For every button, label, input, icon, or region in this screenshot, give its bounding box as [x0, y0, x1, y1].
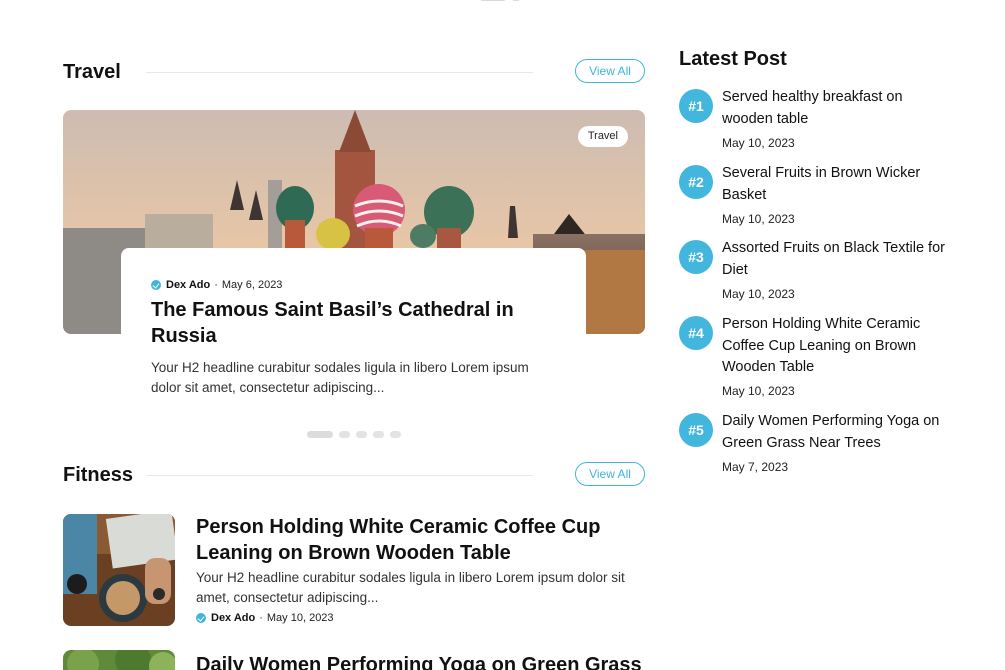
list-item: Daily Women Performing Yoga on Green Gra… [63, 650, 645, 670]
latest-post-title[interactable]: Person Holding White Ceramic Coffee Cup … [722, 314, 950, 379]
carousel-dot[interactable] [373, 431, 384, 438]
latest-post-date: May 10, 2023 [722, 136, 795, 150]
section-title: Fitness [63, 464, 134, 486]
latest-post-title[interactable]: Daily Women Performing Yoga on Green Gra… [722, 411, 950, 454]
post-title[interactable]: Daily Women Performing Yoga on Green Gra… [196, 652, 656, 670]
yoga-photo [63, 650, 175, 670]
rank-badge: #5 [679, 413, 713, 447]
carousel-pagination [307, 431, 401, 438]
featured-post-title[interactable]: The Famous Saint Basil’s Cathedral in Ru… [151, 297, 551, 349]
post-date: May 10, 2023 [266, 612, 334, 624]
carousel-dot[interactable] [307, 431, 333, 438]
post-excerpt: Your H2 headline curabitur sodales ligul… [196, 570, 625, 605]
coffee-photo [63, 514, 175, 626]
section-divider [146, 72, 533, 73]
featured-post-excerpt: Your H2 headline curabitur sodales ligul… [151, 360, 529, 395]
view-all-button[interactable]: View All [575, 59, 645, 83]
latest-post-heading: Latest Post [679, 48, 787, 70]
verified-icon [151, 280, 161, 290]
verified-icon [196, 613, 206, 623]
latest-post-date: May 10, 2023 [722, 287, 795, 301]
top-slider-dots [480, 0, 524, 2]
post-thumbnail[interactable] [63, 650, 175, 670]
slider-dot[interactable] [480, 0, 506, 1]
rank-badge: #1 [679, 89, 713, 123]
category-tag[interactable]: Travel [577, 126, 628, 147]
author-name[interactable]: Dex Ado [166, 279, 210, 291]
carousel-dot[interactable] [390, 431, 401, 438]
rank-badge: #4 [679, 316, 713, 350]
fitness-section-header: Fitness View All [63, 462, 645, 490]
latest-post-title[interactable]: Assorted Fruits on Black Textile for Die… [722, 238, 950, 281]
meta-separator: · [259, 612, 263, 624]
latest-post-title[interactable]: Several Fruits in Brown Wicker Basket [722, 163, 950, 206]
latest-post-title[interactable]: Served healthy breakfast on wooden table [722, 87, 950, 130]
section-divider [146, 475, 533, 476]
meta-separator: · [214, 279, 218, 291]
post-meta: Dex Ado · May 6, 2023 [151, 279, 282, 291]
latest-post-date: May 10, 2023 [722, 384, 795, 398]
section-title: Travel [63, 61, 121, 83]
post-meta: Dex Ado · May 10, 2023 [196, 612, 334, 624]
rank-badge: #3 [679, 240, 713, 274]
rank-badge: #2 [679, 165, 713, 199]
latest-post-date: May 10, 2023 [722, 212, 795, 226]
post-date: May 6, 2023 [221, 279, 283, 291]
author-name[interactable]: Dex Ado [211, 612, 255, 624]
list-item: Person Holding White Ceramic Coffee Cup … [63, 514, 645, 626]
post-title[interactable]: Person Holding White Ceramic Coffee Cup … [196, 514, 636, 566]
carousel-dot[interactable] [356, 431, 367, 438]
post-thumbnail[interactable] [63, 514, 175, 626]
view-all-button[interactable]: View All [575, 462, 645, 486]
travel-section-header: Travel View All [63, 59, 645, 87]
latest-post-date: May 7, 2023 [722, 460, 789, 474]
featured-post-card: Dex Ado · May 6, 2023 The Famous Saint B… [121, 248, 586, 418]
carousel-dot[interactable] [339, 431, 350, 438]
slider-dot[interactable] [512, 0, 520, 1]
